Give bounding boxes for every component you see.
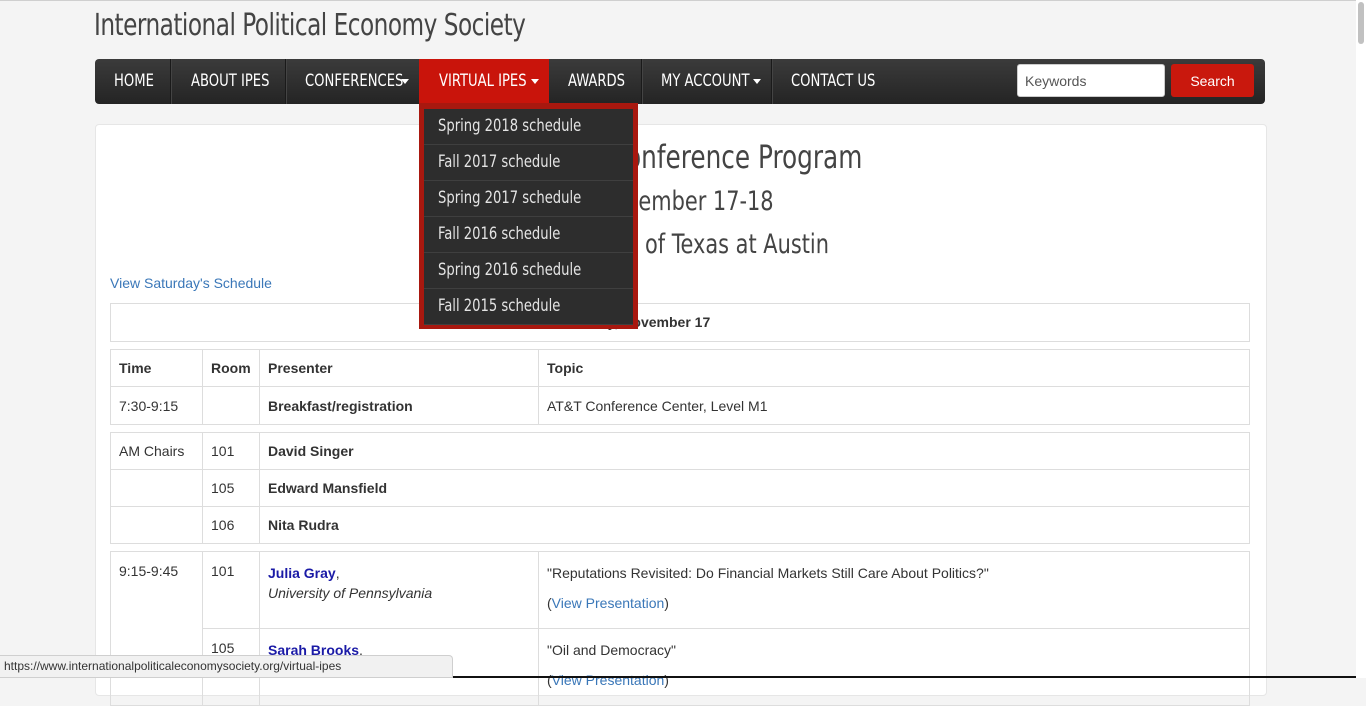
topic-title: "Reputations Revisited: Do Financial Mar… [547, 565, 989, 581]
presenter-link[interactable]: Julia Gray [268, 565, 336, 581]
chair-name: David Singer [259, 432, 1250, 470]
dropdown-item-fall-2017[interactable]: Fall 2017 schedule [424, 145, 633, 181]
dropdown-item-label: Spring 2018 schedule [438, 116, 582, 136]
dropdown-item-label: Fall 2016 schedule [438, 224, 561, 244]
nav-about-label: ABOUT IPES [191, 71, 270, 91]
time-cell: 7:30-9:15 [110, 386, 203, 425]
room-cell [202, 386, 260, 425]
room-cell: 105 [202, 469, 260, 507]
scrollbar-thumb[interactable] [1358, 2, 1364, 44]
view-presentation-link[interactable]: View Presentation [552, 672, 665, 688]
header-topic: Topic [538, 349, 1250, 387]
search-input[interactable] [1017, 64, 1165, 97]
dropdown-item-fall-2016[interactable]: Fall 2016 schedule [424, 217, 633, 253]
table-header-row: Time Room Presenter Topic [110, 349, 1250, 387]
nav-conferences-label: CONFERENCES [305, 71, 404, 91]
virtual-ipes-dropdown: Spring 2018 schedule Fall 2017 schedule … [419, 103, 638, 329]
nav-virtual-ipes[interactable]: VIRTUAL IPES [419, 59, 549, 104]
saturday-schedule-link[interactable]: View Saturday's Schedule [110, 275, 272, 291]
table-row: 105 Edward Mansfield [110, 469, 1250, 507]
dropdown-item-fall-2015[interactable]: Fall 2015 schedule [424, 289, 633, 325]
dropdown-item-spring-2016[interactable]: Spring 2016 schedule [424, 253, 633, 289]
nav-awards-label: AWARDS [568, 71, 626, 91]
table-row: AM Chairs 101 David Singer [110, 432, 1250, 470]
nav-my-account[interactable]: MY ACCOUNT [642, 59, 771, 104]
table-row: 9:15-9:45 101 Julia Gray, University of … [110, 551, 1250, 706]
dropdown-item-spring-2018[interactable]: Spring 2018 schedule [424, 109, 633, 145]
dropdown-item-label: Fall 2015 schedule [438, 296, 561, 316]
room-cell: 101 [202, 432, 260, 470]
chair-name: Edward Mansfield [259, 469, 1250, 507]
topic-title: "Oil and Democracy" [547, 642, 676, 658]
presenter-cell: Breakfast/registration [259, 386, 539, 425]
topic-cell: "Reputations Revisited: Do Financial Mar… [538, 551, 1250, 629]
presentation-link-row: (View Presentation) [547, 670, 1241, 690]
presenter-cell: Julia Gray, University of Pennsylvania [259, 551, 539, 629]
nav-contact-label: CONTACT US [791, 71, 876, 91]
conference-dates: vember 17-18 [626, 186, 774, 217]
nav-virtual-ipes-label: VIRTUAL IPES [439, 71, 527, 91]
room-cell: 106 [202, 506, 260, 544]
dropdown-item-label: Fall 2017 schedule [438, 152, 561, 172]
status-bar-url: https://www.internationalpoliticaleconom… [0, 655, 453, 678]
dropdown-item-spring-2017[interactable]: Spring 2017 schedule [424, 181, 633, 217]
window-top-border [0, 0, 1356, 1]
nav-my-account-label: MY ACCOUNT [661, 71, 750, 91]
chevron-down-icon [401, 79, 409, 84]
session-table: 9:15-9:45 101 Julia Gray, University of … [110, 551, 1250, 706]
table-row: 106 Nita Rudra [110, 506, 1250, 544]
conference-location: y of Texas at Austin [626, 229, 829, 260]
chevron-down-icon [531, 79, 539, 84]
nav-home[interactable]: HOME [95, 59, 170, 104]
time-cell [110, 506, 203, 544]
search-button[interactable]: Search [1171, 64, 1254, 97]
page-title: onference Program [626, 138, 863, 176]
nav-conferences[interactable]: CONFERENCES [286, 59, 419, 104]
topic-cell: "Oil and Democracy" (View Presentation) [538, 628, 1250, 706]
nav-about[interactable]: ABOUT IPES [171, 59, 285, 104]
dropdown-item-label: Spring 2017 schedule [438, 188, 582, 208]
view-presentation-link[interactable]: View Presentation [552, 595, 665, 611]
header-room: Room [202, 349, 260, 387]
presenter-affiliation: University of Pennsylvania [268, 585, 433, 601]
header-time: Time [110, 349, 203, 387]
chair-name: Nita Rudra [259, 506, 1250, 544]
presentation-link-row: (View Presentation) [547, 593, 1241, 613]
site-title[interactable]: International Political Economy Society [94, 8, 526, 43]
am-chairs-table: AM Chairs 101 David Singer 105 Edward Ma… [110, 432, 1250, 544]
scrollbar[interactable] [1356, 0, 1366, 678]
room-cell: 101 [202, 551, 260, 629]
header-presenter: Presenter [259, 349, 539, 387]
presenter-comma: , [335, 565, 340, 581]
dropdown-item-label: Spring 2016 schedule [438, 260, 582, 280]
table-row: 7:30-9:15 Breakfast/registration AT&T Co… [110, 386, 1250, 425]
nav-home-label: HOME [114, 71, 154, 91]
topic-cell: AT&T Conference Center, Level M1 [538, 386, 1250, 425]
paren-close: ) [664, 672, 669, 688]
schedule-table-header: Time Room Presenter Topic 7:30-9:15 Brea… [110, 349, 1250, 425]
nav-contact[interactable]: CONTACT US [772, 59, 882, 104]
chairs-label: AM Chairs [110, 432, 203, 470]
chevron-down-icon [753, 79, 761, 84]
nav-awards[interactable]: AWARDS [549, 59, 642, 104]
paren-close: ) [664, 595, 669, 611]
time-cell [110, 469, 203, 507]
session-time: 9:15-9:45 [110, 551, 203, 706]
